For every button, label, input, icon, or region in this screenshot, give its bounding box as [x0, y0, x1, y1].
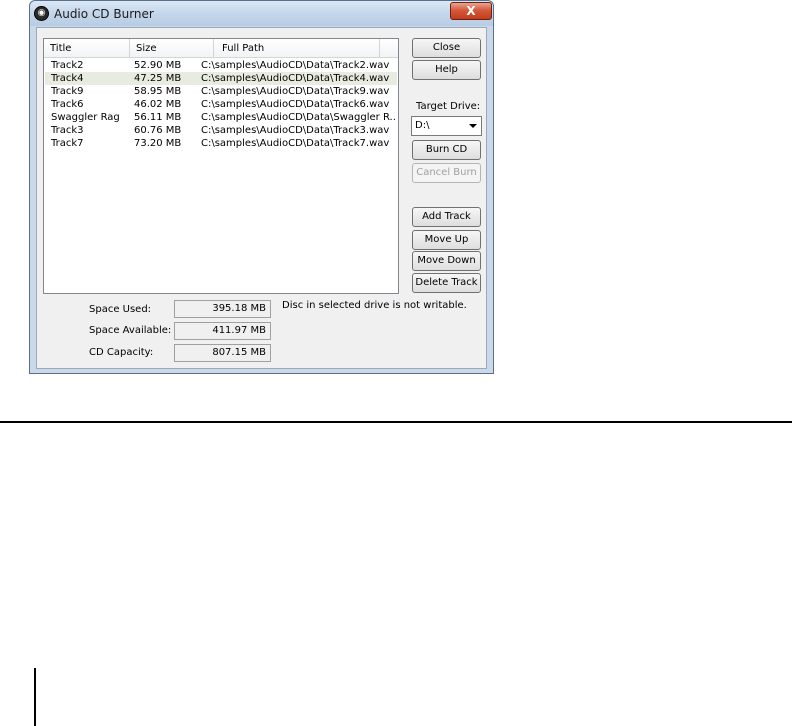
status-message: Disc in selected drive is not writable.	[282, 300, 467, 311]
cd-icon: ◉	[34, 6, 49, 21]
track-path: C:\samples\AudioCD\Data\Track2.wav	[201, 60, 390, 71]
track-row[interactable]: Track2 52.90 MB C:\samples\AudioCD\Data\…	[45, 59, 397, 72]
track-size: 46.02 MB	[134, 99, 182, 110]
track-list[interactable]: Title Size Full Path Track2 52.90 MB C:\…	[43, 38, 399, 294]
track-size: 58.95 MB	[134, 86, 182, 97]
window-title: Audio CD Burner	[54, 7, 154, 21]
track-row-selected[interactable]: Track4 47.25 MB C:\samples\AudioCD\Data\…	[45, 72, 397, 85]
track-size: 47.25 MB	[134, 73, 182, 84]
track-size: 73.20 MB	[134, 138, 182, 149]
track-title: Track6	[51, 99, 84, 110]
track-title: Track7	[51, 138, 84, 149]
track-row[interactable]: Track7 73.20 MB C:\samples\AudioCD\Data\…	[45, 137, 397, 150]
cd-capacity-value: 807.15 MB	[174, 344, 271, 362]
space-available-label: Space Available:	[89, 325, 172, 336]
column-header-title[interactable]: Title	[44, 39, 130, 58]
horizontal-rule	[0, 421, 792, 423]
chevron-down-icon	[469, 124, 477, 128]
track-title: Track4	[51, 73, 84, 84]
space-used-value: 395.18 MB	[174, 300, 271, 318]
track-path: C:\samples\AudioCD\Data\Track3.wav	[201, 125, 390, 136]
track-row[interactable]: Track3 60.76 MB C:\samples\AudioCD\Data\…	[45, 124, 397, 137]
target-drive-select[interactable]: D:\	[411, 116, 482, 136]
target-drive-label: Target Drive:	[416, 101, 481, 112]
add-track-button[interactable]: Add Track	[412, 207, 481, 227]
track-size: 56.11 MB	[134, 112, 182, 123]
window-close-button[interactable]: X	[450, 2, 492, 20]
target-drive-value: D:\	[415, 120, 430, 131]
track-path: C:\samples\AudioCD\Data\Track6.wav	[201, 99, 390, 110]
help-button[interactable]: Help	[412, 60, 481, 80]
track-path: C:\samples\AudioCD\Data\Track4.wav	[201, 73, 390, 84]
track-row[interactable]: Swaggler Rag 56.11 MB C:\samples\AudioCD…	[45, 111, 397, 124]
track-path: C:\samples\AudioCD\Data\Swaggler R...	[201, 112, 395, 123]
cancel-burn-button[interactable]: Cancel Burn	[412, 163, 481, 183]
close-button[interactable]: Close	[412, 38, 481, 58]
move-up-button[interactable]: Move Up	[412, 230, 481, 250]
track-row[interactable]: Track9 58.95 MB C:\samples\AudioCD\Data\…	[45, 85, 397, 98]
track-path: C:\samples\AudioCD\Data\Track7.wav	[201, 138, 390, 149]
track-title: Track9	[51, 86, 84, 97]
track-size: 52.90 MB	[134, 60, 182, 71]
move-down-button[interactable]: Move Down	[412, 251, 481, 271]
track-path: C:\samples\AudioCD\Data\Track9.wav	[201, 86, 390, 97]
track-title: Track2	[51, 60, 84, 71]
track-list-header: Title Size Full Path	[44, 39, 398, 58]
track-row[interactable]: Track6 46.02 MB C:\samples\AudioCD\Data\…	[45, 98, 397, 111]
track-size: 60.76 MB	[134, 125, 182, 136]
track-title: Swaggler Rag	[51, 112, 120, 123]
track-title: Track3	[51, 125, 84, 136]
column-header-full-path[interactable]: Full Path	[214, 39, 380, 58]
title-bar: ◉ Audio CD Burner X	[30, 1, 493, 26]
dialog-client-area: Title Size Full Path Track2 52.90 MB C:\…	[36, 27, 487, 369]
vertical-rule	[34, 668, 36, 726]
cd-capacity-label: CD Capacity:	[89, 347, 154, 358]
column-header-size[interactable]: Size	[130, 39, 214, 58]
audio-cd-burner-window: ◉ Audio CD Burner X Title Size Full Path…	[29, 0, 494, 374]
burn-cd-button[interactable]: Burn CD	[412, 140, 481, 160]
space-used-label: Space Used:	[89, 304, 152, 315]
delete-track-button[interactable]: Delete Track	[412, 273, 481, 293]
space-available-value: 411.97 MB	[174, 322, 271, 340]
